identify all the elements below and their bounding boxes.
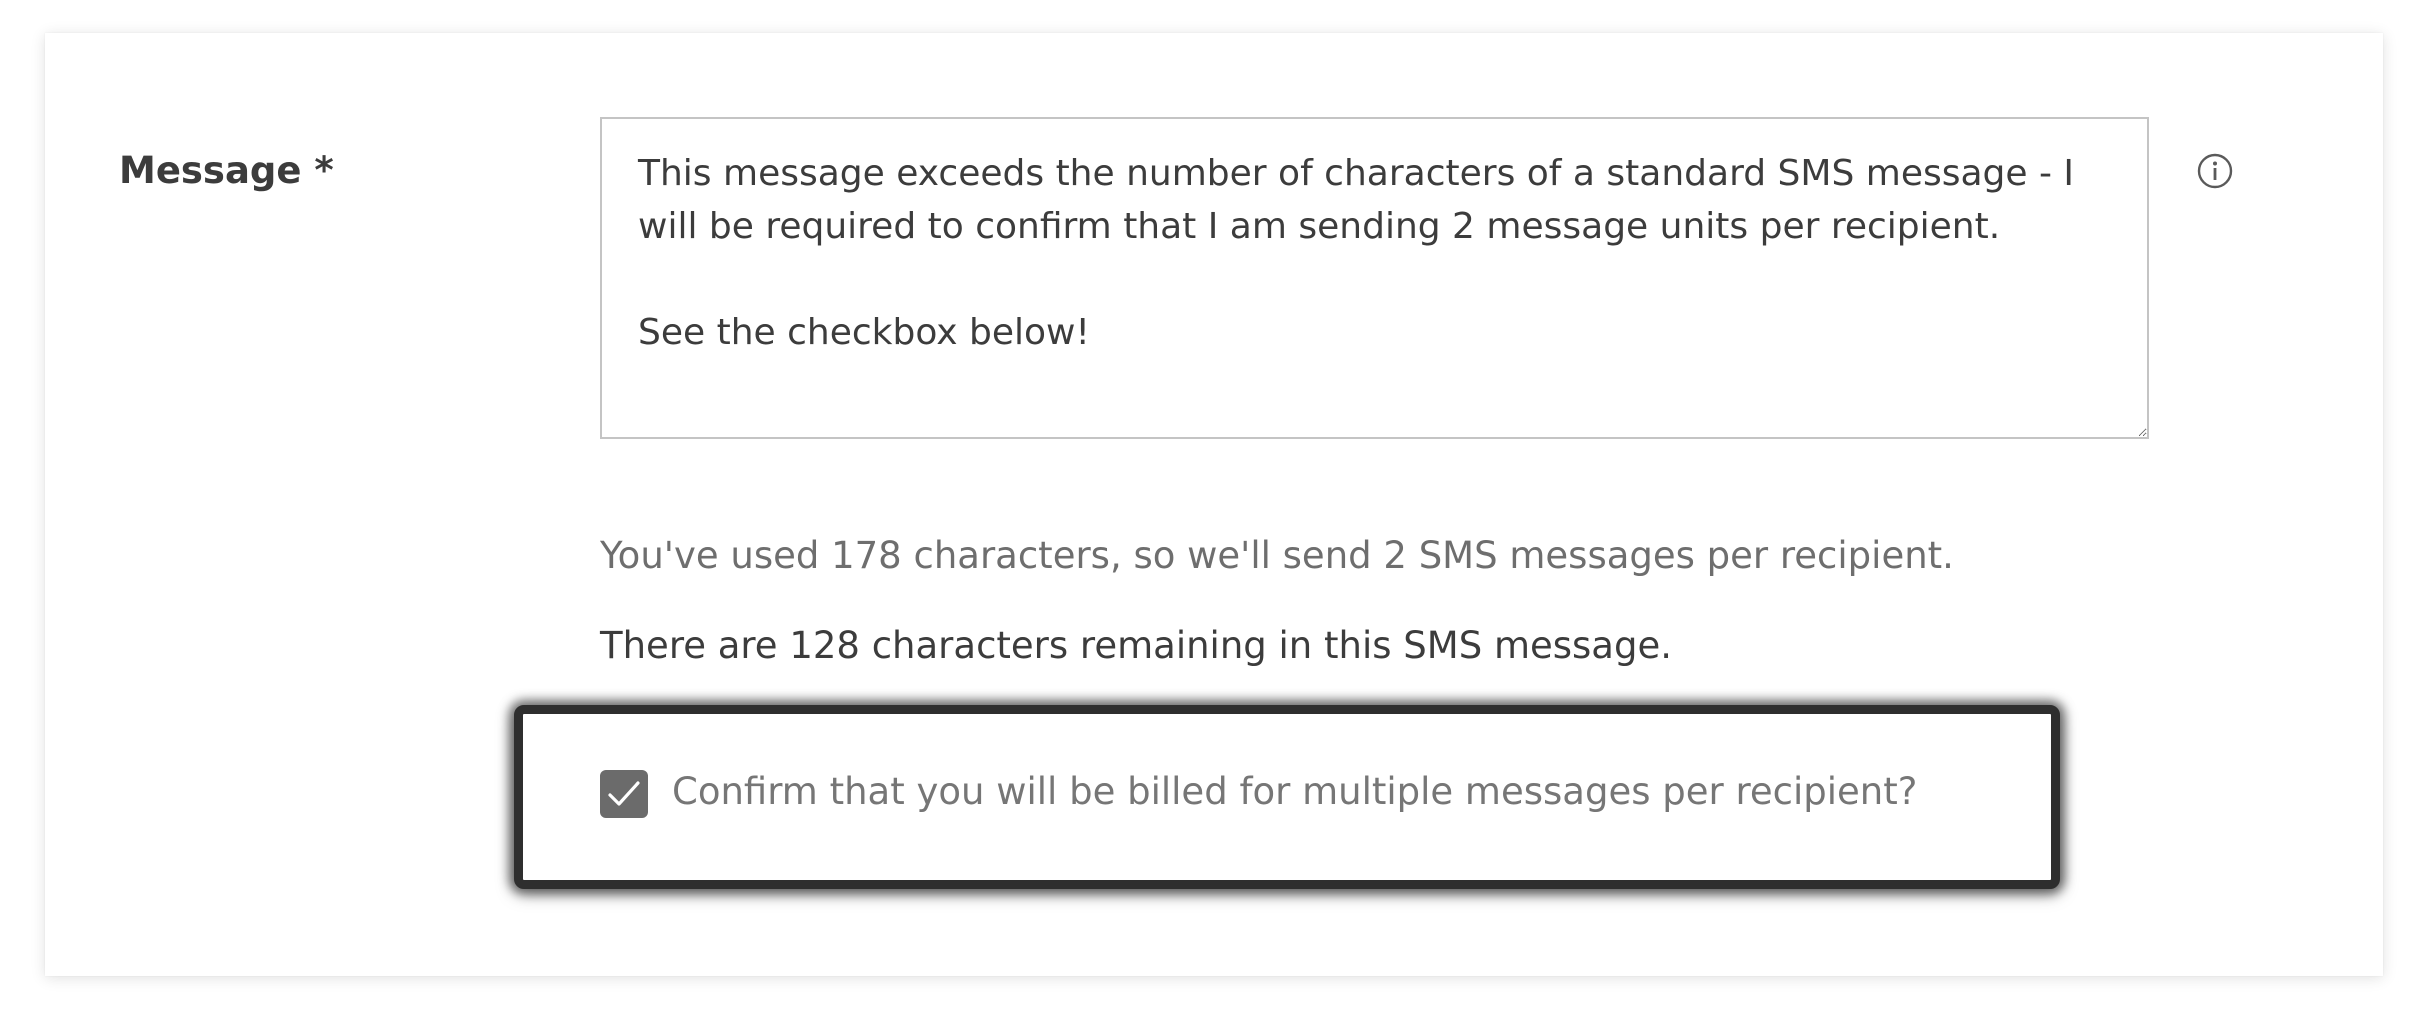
checkmark-icon	[608, 781, 640, 806]
character-usage-text: You've used 178 characters, so we'll sen…	[600, 534, 1954, 577]
characters-remaining-text: There are 128 characters remaining in th…	[600, 624, 1672, 667]
info-circle-icon[interactable]	[2196, 152, 2234, 190]
confirm-billing-label[interactable]: Confirm that you will be billed for mult…	[672, 766, 1917, 818]
message-textarea[interactable]	[600, 117, 2149, 439]
confirm-billing-checkbox[interactable]	[600, 770, 648, 818]
message-label: Message *	[119, 149, 334, 192]
